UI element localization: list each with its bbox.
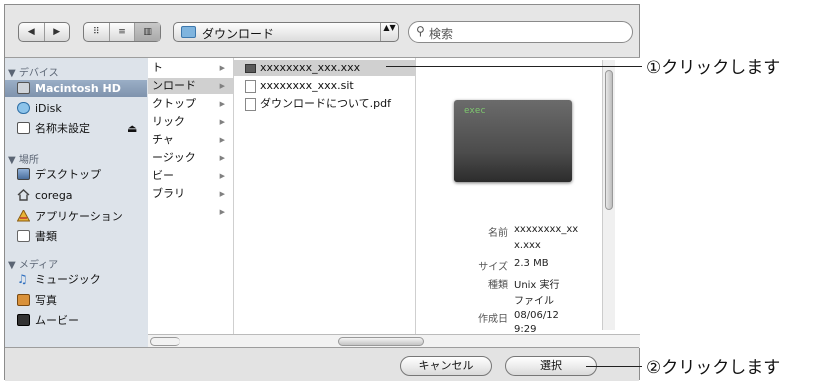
hard-drive-icon	[17, 82, 30, 94]
column-browser: ト ▶ ンロード ▶ クトップ ▶ リック ▶ チャ ▶ ージック ▶ ビー ▶ ブラリ ▶ ▶…	[148, 57, 640, 348]
list-item[interactable]: クトップ ▶	[148, 96, 233, 112]
sidebar-item-movies[interactable]: ムービー	[13, 312, 147, 329]
list-item[interactable]: ブラリ ▶	[148, 186, 233, 202]
list-item-downloads[interactable]: ンロード ▶	[148, 78, 233, 94]
search-field[interactable]: ⚲ 検索	[408, 21, 633, 43]
back-button[interactable]: ◀	[19, 23, 44, 41]
kind-label: 種類	[488, 280, 508, 291]
chevron-right-icon: ▶	[219, 190, 225, 198]
list-item[interactable]: チャ ▶	[148, 132, 233, 148]
photos-icon	[17, 294, 30, 306]
music-icon: ♫	[17, 272, 28, 286]
sidebar: ▼ デバイス Macintosh HD iDisk 名称未設定 ⏏ ▼ 場所 デ…	[5, 57, 148, 347]
sidebar-item-applications[interactable]: アプリケーション	[13, 208, 147, 225]
search-placeholder: 検索	[429, 27, 454, 41]
name-value-line2: x.xxx	[514, 240, 541, 251]
open-file-dialog: ◀ ▶ ⠿ ≡ ▥ ダウンロード ▲▼ ⚲ 検索 ▼ デバイス Macintos…	[4, 4, 640, 381]
home-icon	[17, 189, 30, 201]
file-row-selected[interactable]: xxxxxxxx_xxx.xxx	[234, 60, 415, 76]
archive-file-icon	[245, 80, 256, 93]
callout-step1: ①クリックします	[646, 58, 781, 78]
created-value-line1: 08/06/12	[514, 310, 559, 321]
preview-pane: exec 名前 xxxxxxxx_xx x.xxx サイズ 2.3 MB 種類 …	[416, 58, 626, 334]
file-row[interactable]: ダウンロードについて.pdf	[234, 96, 415, 112]
cancel-button[interactable]: キャンセル	[400, 356, 492, 376]
idisk-icon	[17, 102, 30, 114]
disk-icon	[17, 122, 30, 134]
sidebar-item-photos[interactable]: 写真	[13, 292, 147, 309]
executable-file-icon	[245, 64, 256, 73]
horizontal-scrollbar[interactable]	[148, 334, 640, 348]
sidebar-header-places[interactable]: ▼ 場所	[8, 151, 39, 166]
chevron-right-icon: ▶	[219, 208, 225, 216]
desktop-icon	[17, 168, 30, 180]
horizontal-scroll-knob[interactable]	[338, 337, 424, 346]
applications-icon	[16, 208, 31, 222]
search-icon: ⚲	[416, 24, 425, 38]
location-label: ダウンロード	[202, 27, 275, 41]
sidebar-item-desktop[interactable]: デスクトップ	[13, 166, 147, 183]
vertical-scroll-knob[interactable]	[605, 70, 613, 210]
kind-value-line2: ファイル	[514, 296, 554, 307]
sidebar-item-music[interactable]: ♫ ミュージック	[13, 271, 147, 288]
folder-icon	[181, 26, 196, 38]
chevron-right-icon: ▶	[219, 172, 225, 180]
movies-icon	[17, 314, 30, 326]
callout-line-2	[586, 366, 642, 367]
list-item[interactable]: ト ▶	[148, 60, 233, 76]
list-item[interactable]: ージック ▶	[148, 150, 233, 166]
list-item[interactable]: ビー ▶	[148, 168, 233, 184]
sidebar-header-devices[interactable]: ▼ デバイス	[8, 64, 59, 79]
toolbar: ◀ ▶ ⠿ ≡ ▥ ダウンロード ▲▼ ⚲ 検索	[5, 5, 639, 59]
back-forward-control: ◀ ▶	[18, 22, 70, 42]
column-downloads: xxxxxxxx_xxx.xxx xxxxxxxx_xxx.sit ダウンロード…	[234, 58, 416, 334]
sidebar-header-media[interactable]: ▼ メディア	[8, 256, 58, 271]
documents-icon	[17, 230, 30, 242]
popup-arrows-icon: ▲▼	[380, 23, 398, 41]
chevron-right-icon: ▶	[219, 136, 225, 144]
list-view-button[interactable]: ≡	[108, 23, 135, 41]
callout-line-1	[386, 66, 642, 67]
dialog-footer: キャンセル 選択	[5, 347, 639, 381]
sidebar-item-idisk[interactable]: iDisk	[13, 100, 147, 117]
size-label: サイズ	[478, 262, 508, 273]
callout-step2: ②クリックします	[646, 358, 781, 378]
view-mode-control: ⠿ ≡ ▥	[83, 22, 161, 42]
chevron-right-icon: ▶	[219, 100, 225, 108]
created-value-line2: 9:29	[514, 324, 537, 334]
vertical-scrollbar[interactable]	[602, 60, 615, 330]
sidebar-item-documents[interactable]: 書類	[13, 228, 147, 245]
sidebar-item-untitled[interactable]: 名称未設定 ⏏	[13, 120, 147, 137]
chevron-right-icon: ▶	[219, 64, 225, 72]
chevron-right-icon: ▶	[219, 82, 225, 90]
file-preview-thumbnail: exec	[454, 100, 572, 182]
forward-button[interactable]: ▶	[43, 23, 70, 41]
column-home: ト ▶ ンロード ▶ クトップ ▶ リック ▶ チャ ▶ ージック ▶ ビー ▶ ブラリ ▶ ▶	[148, 58, 234, 334]
created-label: 作成日	[478, 314, 508, 325]
icon-view-button[interactable]: ⠿	[84, 23, 109, 41]
size-value: 2.3 MB	[514, 258, 549, 269]
chevron-right-icon: ▶	[219, 118, 225, 126]
location-popup[interactable]: ダウンロード ▲▼	[173, 22, 399, 42]
file-row[interactable]: xxxxxxxx_xxx.sit	[234, 78, 415, 94]
sidebar-item-corega[interactable]: corega	[13, 187, 147, 204]
list-item[interactable]: ▶	[148, 204, 233, 220]
pdf-file-icon	[245, 98, 256, 111]
select-button[interactable]: 選択	[505, 356, 597, 376]
column-view-button[interactable]: ▥	[134, 23, 161, 41]
chevron-right-icon: ▶	[219, 154, 225, 162]
eject-icon[interactable]: ⏏	[127, 120, 137, 137]
sidebar-item-macintosh-hd[interactable]: Macintosh HD	[5, 80, 147, 97]
preview-thumb-text: exec	[464, 106, 486, 116]
name-label: 名前	[488, 228, 508, 239]
kind-value-line1: Unix 実行	[514, 280, 560, 291]
name-value-line1: xxxxxxxx_xx	[514, 224, 579, 235]
list-item[interactable]: リック ▶	[148, 114, 233, 130]
